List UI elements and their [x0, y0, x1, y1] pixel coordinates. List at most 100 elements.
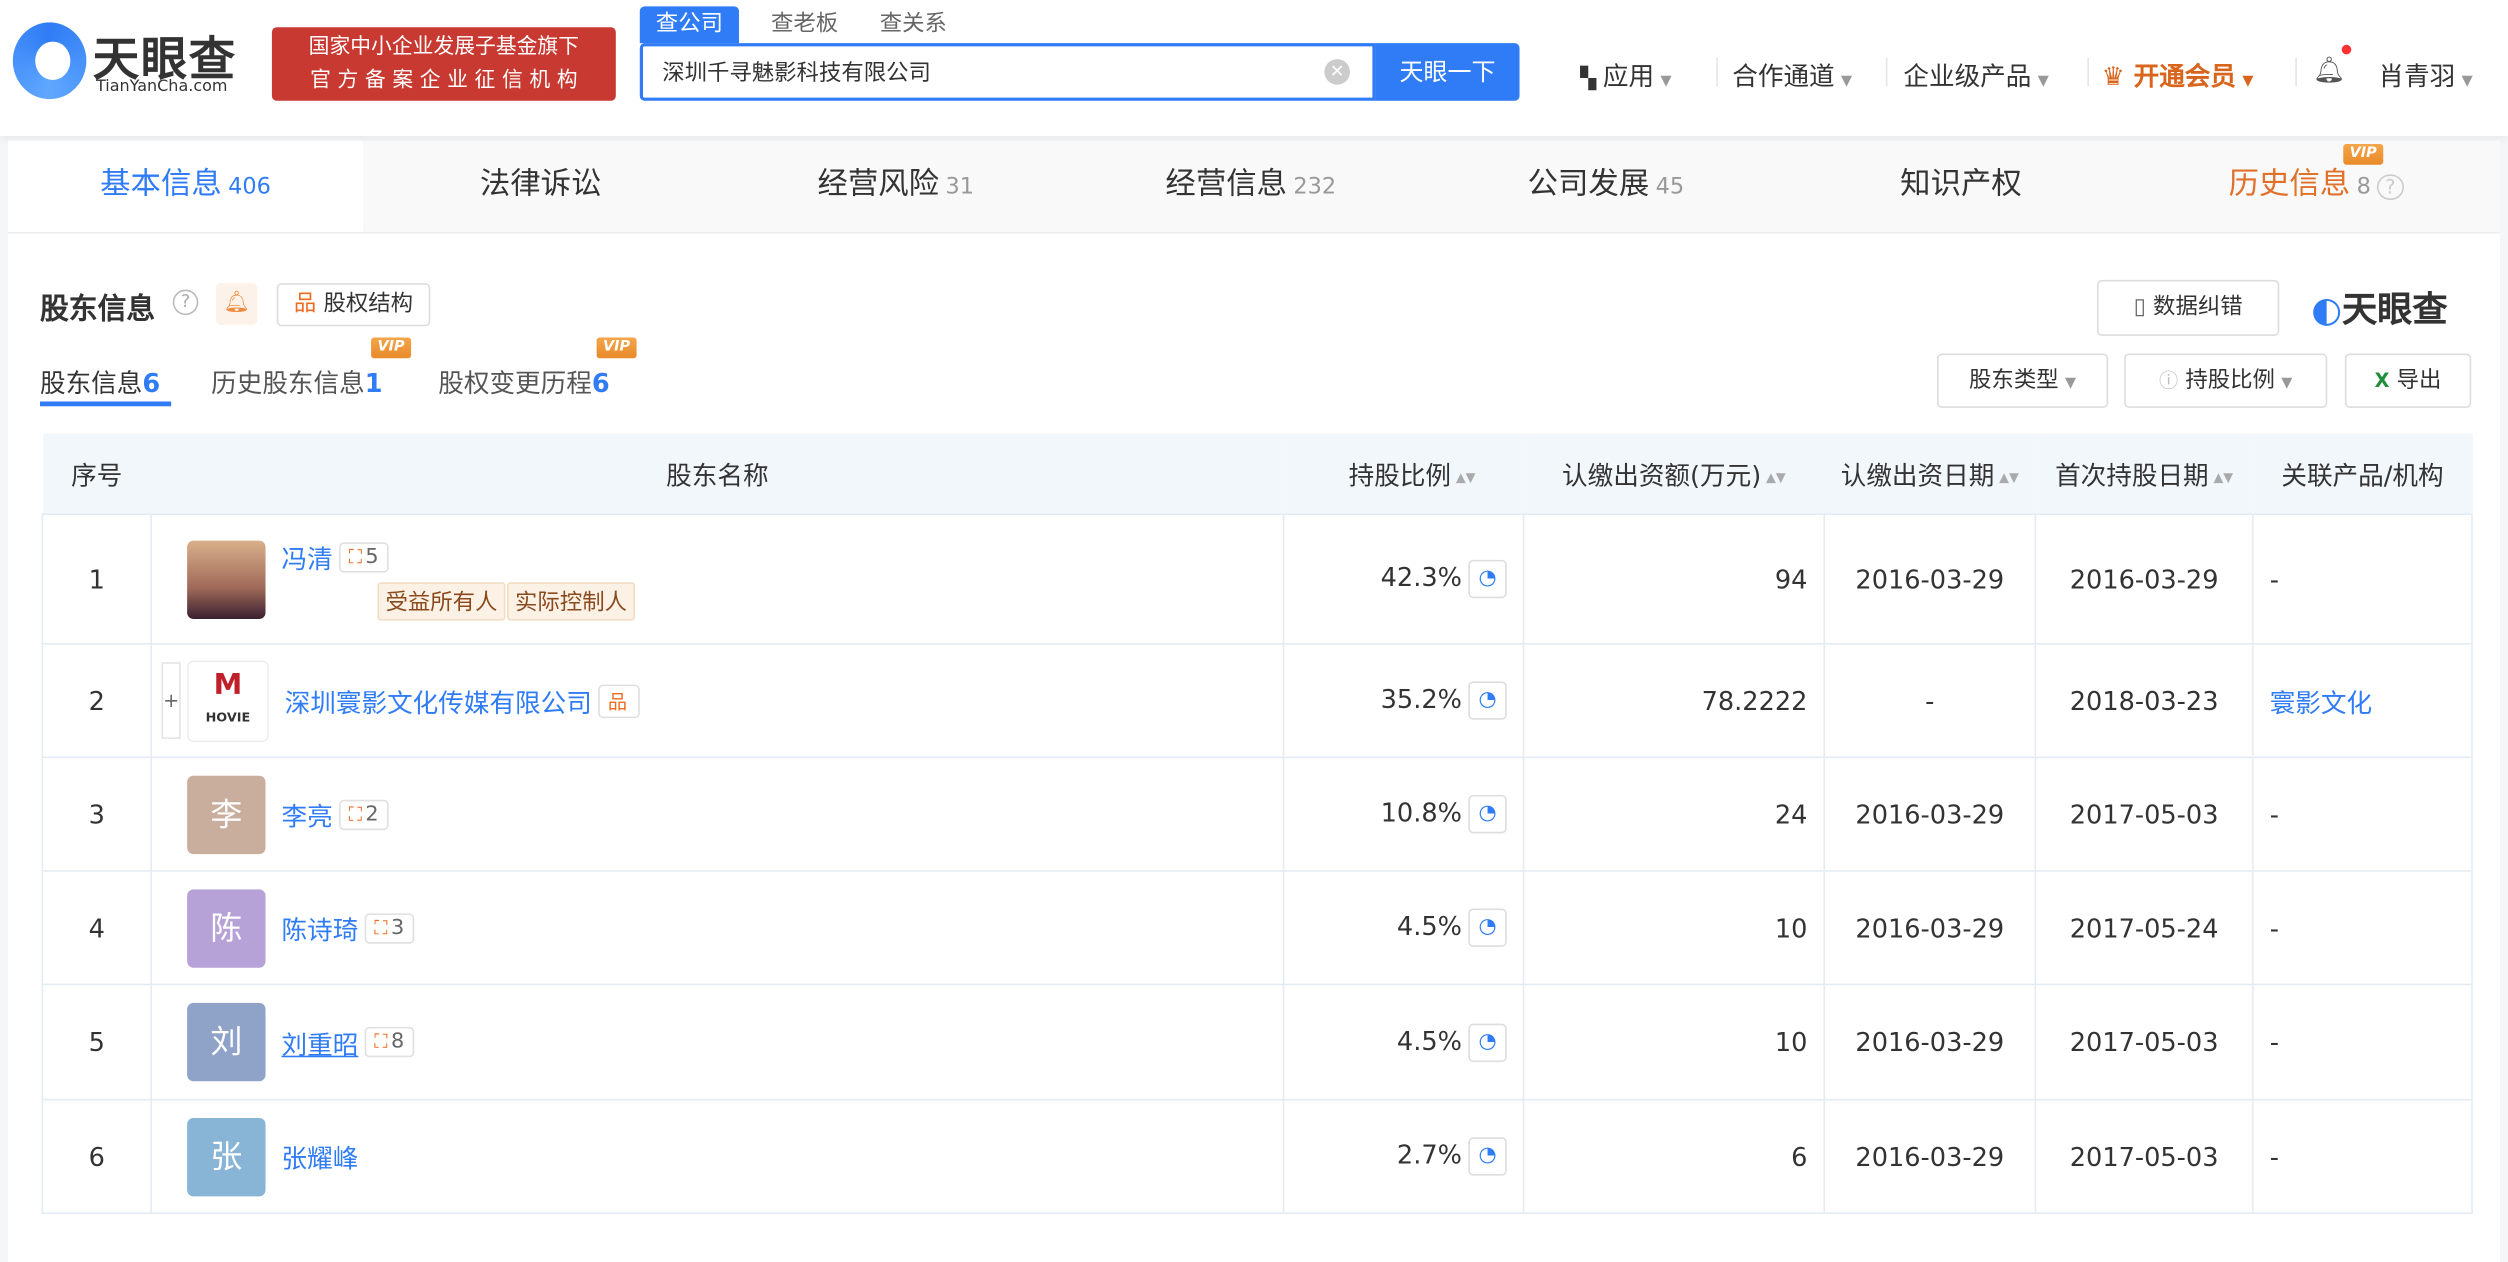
- shareholder-name-link[interactable]: 陈诗琦: [282, 915, 359, 945]
- subtab-equity-changes[interactable]: 股权变更历程6: [438, 361, 609, 399]
- tianyancha-logo-icon[interactable]: [12, 22, 87, 100]
- tab-history[interactable]: 历史信息 8? VIP: [2139, 141, 2494, 232]
- avatar: 李: [187, 774, 266, 854]
- holding-ratio: 2.7%: [1396, 1139, 1462, 1171]
- nav-apps-label: 应用: [1602, 60, 1655, 92]
- tab-basic-info[interactable]: 基本信息 406: [7, 140, 364, 232]
- avatar: 刘: [187, 1002, 266, 1082]
- ratio-cell: 10.8% ◔: [1282, 756, 1525, 872]
- related-product-cell[interactable]: 寰影文化: [2252, 642, 2473, 759]
- related-count: 2: [365, 802, 379, 827]
- caret-down-icon: ▼: [2281, 375, 2293, 392]
- filter-shareholder-type[interactable]: 股东类型 ▼: [1936, 353, 2109, 408]
- subtab-shareholders[interactable]: 股东信息6: [40, 361, 160, 399]
- role-tag[interactable]: 实际控制人: [507, 582, 636, 621]
- shareholder-cell: 陈陈诗琦 ⛶ 3: [150, 870, 1285, 986]
- shareholder-name-link[interactable]: 李亮: [282, 801, 333, 831]
- holding-ratio: 10.8%: [1380, 797, 1462, 828]
- help-icon[interactable]: ?: [172, 289, 199, 316]
- ratio-cell: 42.3% ◔: [1282, 513, 1525, 645]
- related-companies-badge[interactable]: ⛶ 8: [364, 1026, 414, 1058]
- pie-chart-icon[interactable]: ◔: [1468, 794, 1507, 834]
- first-hold-date-cell: 2018-03-23: [2034, 642, 2254, 759]
- pie-chart-icon[interactable]: ◔: [1468, 681, 1507, 720]
- col-header-amount[interactable]: 认缴出资额(万元) ▲▼: [1523, 433, 1825, 516]
- subscribe-date-cell: 2016-03-29: [1823, 870, 2037, 986]
- nav-apps[interactable]: ▚ 应用 ▼: [1580, 54, 1671, 92]
- pie-chart-icon[interactable]: ◔: [1468, 908, 1507, 947]
- row-number: 6: [41, 1098, 152, 1215]
- tab-count: 406: [228, 174, 271, 200]
- data-correction-button[interactable]: ▯ 数据纠错: [2096, 279, 2280, 336]
- notification-dot: [2341, 44, 2352, 55]
- subtab-label: 股东信息: [39, 367, 143, 399]
- tab-label: 经营信息: [1165, 166, 1288, 202]
- shareholder-table: 序号 股东名称 持股比例 ▲▼ 认缴出资额(万元) ▲▼ 认缴出资日期 ▲▼ 首次持股…: [41, 433, 2473, 1215]
- nav-enterprise[interactable]: 企业级产品 ▼: [1903, 54, 2048, 92]
- button-label: 股权结构: [323, 291, 414, 317]
- col-header-first-hold-date[interactable]: 首次持股日期 ▲▼: [2035, 433, 2253, 516]
- shareholder-name-link[interactable]: 张耀峰: [282, 1144, 359, 1174]
- button-label: 导出: [2396, 367, 2442, 394]
- related-companies-badge[interactable]: ⛶ 2: [339, 798, 389, 830]
- table-row: 4 陈陈诗琦 ⛶ 3 4.5% ◔ 10 2016-03-29 2017-05-24-: [41, 870, 2473, 986]
- pie-chart-icon[interactable]: ◔: [1468, 1022, 1507, 1062]
- shareholder-name-link[interactable]: 深圳寰影文化传媒有限公司: [285, 688, 592, 718]
- clear-icon[interactable]: ✕: [1324, 59, 1350, 85]
- enterprise-network-icon: ⛶: [374, 915, 388, 939]
- col-header-subscribe-date[interactable]: 认缴出资日期 ▲▼: [1824, 433, 2036, 516]
- shareholder-cell: 李李亮 ⛶ 2: [150, 756, 1285, 872]
- related-companies-badge[interactable]: ⛶ 5: [339, 541, 389, 572]
- pie-chart-icon[interactable]: ◔: [1468, 559, 1507, 599]
- tab-label: 公司发展: [1527, 166, 1650, 202]
- first-hold-date-cell: 2017-05-03: [2034, 1098, 2254, 1215]
- table-header-row: 序号 股东名称 持股比例 ▲▼ 认缴出资额(万元) ▲▼ 认缴出资日期 ▲▼ 首次持股…: [42, 433, 2473, 516]
- ratio-cell: 4.5% ◔: [1282, 983, 1525, 1101]
- search-input[interactable]: [658, 57, 1306, 87]
- nav-vip[interactable]: ♛ 开通会员 ▼: [2102, 54, 2254, 92]
- apps-grid-icon: ▚: [1580, 67, 1603, 92]
- col-header-related: 关联产品/机构: [2252, 433, 2473, 516]
- bell-icon[interactable]: 🔔︎: [2313, 44, 2352, 85]
- org-chart-icon: 品: [607, 690, 628, 713]
- caret-down-icon: ▼: [1841, 73, 1853, 90]
- nav-partner[interactable]: 合作通道 ▼: [1732, 54, 1852, 92]
- shareholder-name-link[interactable]: 刘重昭: [282, 1029, 359, 1059]
- enterprise-network-icon: ⛶: [348, 802, 363, 825]
- col-header-ratio[interactable]: 持股比例 ▲▼: [1283, 433, 1524, 516]
- tab-operation[interactable]: 经营信息 232: [1073, 141, 1428, 232]
- nav-enterprise-label: 企业级产品: [1903, 60, 2032, 92]
- tab-development[interactable]: 公司发展 45: [1428, 141, 1783, 232]
- shareholder-name-link[interactable]: 冯清: [282, 544, 333, 574]
- equity-chart-button[interactable]: 品: [598, 683, 640, 718]
- related-companies-badge[interactable]: ⛶ 3: [364, 912, 414, 943]
- help-icon[interactable]: ?: [2377, 174, 2404, 200]
- amount-cell: 10: [1522, 983, 1826, 1101]
- expand-icon[interactable]: +: [161, 662, 181, 739]
- subtab-count: 1: [364, 367, 383, 399]
- tab-risk[interactable]: 经营风险 31: [718, 141, 1073, 232]
- tab-ip[interactable]: 知识产权: [1783, 141, 2138, 232]
- avatar: 陈: [187, 888, 266, 967]
- search-tab-company[interactable]: 查公司: [639, 6, 739, 44]
- filter-holding-ratio[interactable]: ⓘ 持股比例 ▼: [2124, 353, 2328, 408]
- subtab-count: 6: [142, 367, 161, 399]
- role-tag[interactable]: 受益所有人: [377, 582, 506, 621]
- col-header-no: 序号: [42, 433, 152, 516]
- follow-bell-icon[interactable]: 🔔︎: [215, 283, 258, 325]
- search-tab-relation[interactable]: 查关系: [864, 6, 963, 43]
- export-button[interactable]: X 导出: [2344, 353, 2472, 408]
- row-number: 1: [41, 513, 152, 645]
- tab-legal[interactable]: 法律诉讼: [363, 141, 718, 232]
- main-tabs: 基本信息 406 法律诉讼 经营风险 31 经营信息 232 公司发展 45 知识产权 …: [7, 140, 2501, 234]
- pie-chart-icon[interactable]: ◔: [1468, 1137, 1507, 1176]
- user-menu[interactable]: 肖青羽 ▼: [2378, 54, 2472, 92]
- equity-structure-button[interactable]: 品 股权结构: [276, 283, 431, 327]
- subtab-history-shareholders[interactable]: 历史股东信息1: [211, 361, 382, 399]
- help-icon: ⓘ: [2159, 369, 2179, 392]
- search-button[interactable]: 天眼一下: [1375, 43, 1520, 101]
- amount-cell: 24: [1522, 756, 1826, 872]
- ratio-cell: 2.7% ◔: [1282, 1098, 1525, 1215]
- search-tab-boss[interactable]: 查老板: [755, 6, 854, 43]
- sort-icon: ▲▼: [1765, 470, 1786, 485]
